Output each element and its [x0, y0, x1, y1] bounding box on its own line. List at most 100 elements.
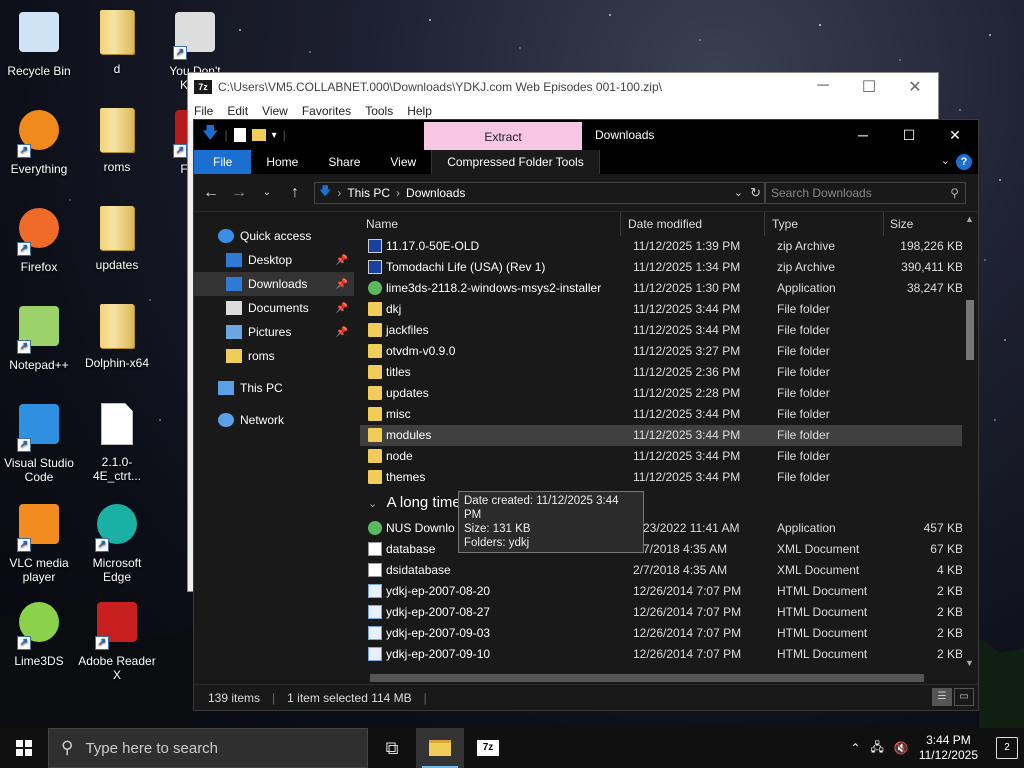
minimize-icon[interactable]: ─ — [800, 77, 846, 97]
details-view-icon[interactable]: ☰ — [932, 688, 952, 706]
menu-help[interactable]: Help — [407, 104, 432, 118]
menu-file[interactable]: File — [194, 104, 213, 118]
table-row[interactable]: jackfiles 11/12/2025 3:44 PM File folder — [360, 320, 964, 341]
column-size[interactable]: Size — [884, 212, 964, 236]
desktop-icon-15[interactable]: ↗ Adobe Reader X — [78, 598, 156, 682]
refresh-icon[interactable]: ↻ — [750, 185, 761, 201]
nav-item-roms[interactable]: roms — [194, 344, 354, 368]
up-arrow-icon[interactable]: ↑ — [286, 184, 304, 202]
new-folder-icon[interactable] — [251, 129, 266, 141]
menu-edit[interactable]: Edit — [227, 104, 248, 118]
taskbar-search-box[interactable]: ⚲ Type here to search — [48, 728, 368, 768]
back-arrow-icon[interactable]: ← — [202, 184, 220, 202]
nav-item-desktop[interactable]: Desktop 📌 — [194, 248, 354, 272]
search-box[interactable]: Search Downloads ⚲ — [764, 181, 966, 204]
desktop-icon-7[interactable]: updates — [78, 204, 156, 272]
desktop-icon-12[interactable]: ↗ VLC media player — [0, 500, 78, 584]
desktop-icon-4[interactable]: roms — [78, 106, 156, 174]
tab-view[interactable]: View — [375, 150, 431, 174]
show-hidden-icons-chevron-icon[interactable]: ⌃ — [850, 741, 860, 755]
start-button[interactable] — [0, 728, 48, 768]
menu-favorites[interactable]: Favorites — [302, 104, 351, 118]
table-row[interactable]: dkj 11/12/2025 3:44 PM File folder — [360, 299, 964, 320]
table-row[interactable]: misc 11/12/2025 3:44 PM File folder — [360, 404, 964, 425]
scrollbar-thumb[interactable] — [966, 300, 974, 360]
extract-contextual-tab[interactable]: Extract — [424, 122, 582, 150]
table-row[interactable]: 11.17.0-50E-OLD 11/12/2025 1:39 PM zip Arc… — [360, 236, 964, 257]
table-row[interactable]: ydkj-ep-2007-09-03 12/26/2014 7:07 PM HTML… — [360, 623, 964, 644]
desktop-icon-3[interactable]: ↗ Everything — [0, 106, 78, 176]
horizontal-scrollbar[interactable] — [366, 671, 962, 685]
maximize-icon[interactable]: ☐ — [846, 77, 892, 97]
tab-file[interactable]: File — [194, 150, 252, 174]
scroll-up-icon[interactable]: ▲ — [965, 214, 974, 224]
desktop-icon-9[interactable]: Dolphin-x64 — [78, 302, 156, 370]
7zip-taskbar-button[interactable]: 7z — [464, 728, 512, 768]
explorer-titlebar[interactable]: 🡇 | ▾ | Extract Downloads ─ ☐ ✕ — [194, 120, 978, 150]
table-row[interactable]: titles 11/12/2025 2:36 PM File folder — [360, 362, 964, 383]
table-row[interactable]: Tomodachi Life (USA) (Rev 1) 11/12/2025 1… — [360, 257, 964, 278]
minimize-icon[interactable]: ─ — [840, 120, 886, 150]
file-explorer-taskbar-button[interactable] — [416, 728, 464, 768]
pin-icon[interactable]: 📌 — [336, 303, 348, 314]
volume-muted-icon[interactable]: 🔇 — [894, 741, 909, 755]
table-row[interactable]: ydkj-ep-2007-08-20 12/26/2014 7:07 PM HTML… — [360, 581, 964, 602]
menu-tools[interactable]: Tools — [365, 104, 393, 118]
properties-icon[interactable] — [233, 128, 246, 142]
desktop-icon-0[interactable]: Recycle Bin — [0, 8, 78, 78]
task-view-button[interactable]: ⧉ — [368, 728, 416, 768]
customize-toolbar-icon[interactable]: ▾ — [272, 130, 277, 141]
desktop-icon-6[interactable]: ↗ Firefox — [0, 204, 78, 274]
7zip-titlebar[interactable]: 7z C:\Users\VM5.COLLABNET.000\Downloads\… — [188, 73, 938, 101]
table-row[interactable]: dsidatabase 2/7/2018 4:35 AM XML Document 4… — [360, 560, 964, 581]
maximize-icon[interactable]: ☐ — [886, 120, 932, 150]
expand-ribbon-chevron-icon[interactable]: ⌄ — [941, 154, 950, 167]
nav-item-quick-access[interactable]: Quick access — [194, 224, 354, 248]
desktop-icon-1[interactable]: d — [78, 8, 156, 76]
breadcrumb-this-pc[interactable]: This PC — [347, 186, 390, 200]
table-row[interactable]: lime3ds-2118.2-windows-msys2-installer 11… — [360, 278, 964, 299]
vertical-scrollbar[interactable]: ▲ ▼ — [962, 212, 978, 670]
nav-item-network[interactable]: Network — [194, 408, 354, 432]
help-icon[interactable]: ? — [956, 154, 972, 170]
horizontal-scrollbar-thumb[interactable] — [370, 674, 924, 682]
tab-home[interactable]: Home — [251, 150, 313, 174]
pin-icon[interactable]: 📌 — [336, 255, 348, 266]
nav-item-documents[interactable]: Documents 📌 — [194, 296, 354, 320]
desktop-icon-10[interactable]: ↗ Visual Studio Code — [0, 400, 78, 484]
nav-item-downloads[interactable]: Downloads 📌 — [194, 272, 354, 296]
close-icon[interactable]: ✕ — [932, 120, 978, 150]
desktop-icon-13[interactable]: ↗ Microsoft Edge — [78, 500, 156, 584]
close-icon[interactable]: ✕ — [892, 77, 938, 97]
table-row[interactable]: ydkj-ep-2007-08-27 12/26/2014 7:07 PM HTML… — [360, 602, 964, 623]
column-date-modified[interactable]: Date modified — [622, 212, 765, 236]
nav-item-this-pc[interactable]: This PC — [194, 376, 354, 400]
desktop-icon-14[interactable]: ↗ Lime3DS — [0, 598, 78, 668]
address-dropdown-icon[interactable]: ⌄ — [734, 186, 743, 199]
group-collapse-chevron-icon[interactable]: ⌄ — [368, 498, 377, 510]
table-row[interactable]: node 11/12/2025 3:44 PM File folder — [360, 446, 964, 467]
file-explorer-window[interactable]: 🡇 | ▾ | Extract Downloads ─ ☐ ✕ File Hom… — [193, 119, 979, 711]
desktop-icon-8[interactable]: ↗ Notepad++ — [0, 302, 78, 372]
scroll-down-icon[interactable]: ▼ — [965, 658, 974, 668]
notification-center-icon[interactable]: 2 — [996, 737, 1018, 759]
breadcrumb-downloads[interactable]: Downloads — [406, 186, 465, 200]
table-row[interactable]: updates 11/12/2025 2:28 PM File folder — [360, 383, 964, 404]
pin-icon[interactable]: 📌 — [336, 279, 348, 290]
group-header[interactable]: ⌄ A long time — [360, 488, 964, 518]
table-row[interactable]: database 2/7/2018 4:35 AM XML Document 67 K… — [360, 539, 964, 560]
clock[interactable]: 3:44 PM 11/12/2025 — [919, 733, 978, 763]
desktop-icon-11[interactable]: 2.1.0-4E_ctrt... — [78, 400, 156, 483]
menu-view[interactable]: View — [262, 104, 288, 118]
tab-compressed-folder-tools[interactable]: Compressed Folder Tools — [431, 150, 600, 174]
table-row[interactable]: NUS Downlo 3/23/2022 11:41 AM Application 4… — [360, 518, 964, 539]
network-icon[interactable]: 🖧 — [870, 738, 883, 759]
address-bar[interactable]: 🡇 › This PC › Downloads ⌄ ↻ — [314, 181, 766, 204]
table-row[interactable]: otvdm-v0.9.0 11/12/2025 3:27 PM File folde… — [360, 341, 964, 362]
table-row[interactable]: modules 11/12/2025 3:44 PM File folder — [360, 425, 964, 446]
recent-locations-chevron-icon[interactable]: ⌄ — [258, 187, 276, 198]
tab-share[interactable]: Share — [313, 150, 375, 174]
large-icons-view-icon[interactable]: ▭ — [954, 688, 974, 706]
forward-arrow-icon[interactable]: → — [230, 184, 248, 202]
table-row[interactable]: ydkj-ep-2007-09-10 12/26/2014 7:07 PM HTML… — [360, 644, 964, 665]
